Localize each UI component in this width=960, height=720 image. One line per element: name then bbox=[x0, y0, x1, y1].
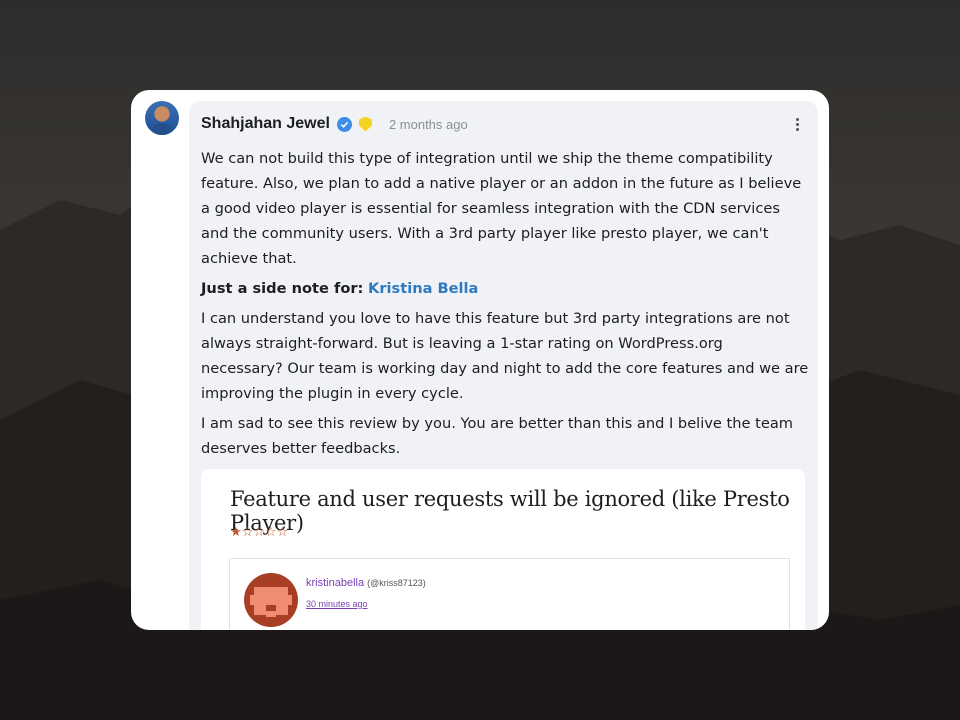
comment-card: Shahjahan Jewel 2 months ago We can not … bbox=[131, 90, 829, 630]
reviewer: kristinabella (@kriss87123) bbox=[306, 577, 426, 589]
mention-link[interactable]: Kristina Bella bbox=[368, 280, 478, 297]
badge-icon bbox=[358, 116, 372, 132]
comment-body: We can not build this type of integratio… bbox=[201, 146, 809, 466]
reviewer-avatar bbox=[244, 573, 298, 627]
comment-time[interactable]: 2 months ago bbox=[389, 117, 468, 132]
side-note-label: Just a side note for: bbox=[201, 280, 364, 297]
reviewer-handle: (@kriss87123) bbox=[367, 578, 426, 588]
review-card: kristinabella (@kriss87123) 30 minutes ag… bbox=[229, 558, 790, 630]
reviewer-name[interactable]: kristinabella bbox=[306, 577, 364, 589]
comment-header: Shahjahan Jewel 2 months ago bbox=[201, 113, 468, 135]
review-rating: ★☆☆☆☆ bbox=[230, 525, 288, 540]
author-name[interactable]: Shahjahan Jewel bbox=[201, 115, 330, 133]
author-avatar[interactable] bbox=[145, 101, 179, 135]
review-screenshot: Feature and user requests will be ignore… bbox=[201, 469, 805, 630]
side-note: Just a side note for: Kristina Bella bbox=[201, 276, 809, 301]
star-icon: ☆☆☆☆ bbox=[241, 525, 289, 540]
verified-icon bbox=[336, 116, 352, 132]
comment-bubble: Shahjahan Jewel 2 months ago We can not … bbox=[189, 101, 818, 630]
more-options-icon[interactable] bbox=[790, 115, 804, 133]
comment-paragraph: I am sad to see this review by you. You … bbox=[201, 415, 793, 457]
review-time-link[interactable]: 30 minutes ago bbox=[306, 599, 368, 609]
star-icon: ★ bbox=[230, 525, 242, 540]
comment-paragraph: We can not build this type of integratio… bbox=[201, 150, 802, 267]
comment-paragraph: I can understand you love to have this f… bbox=[201, 310, 809, 402]
review-title: Feature and user requests will be ignore… bbox=[230, 487, 790, 535]
